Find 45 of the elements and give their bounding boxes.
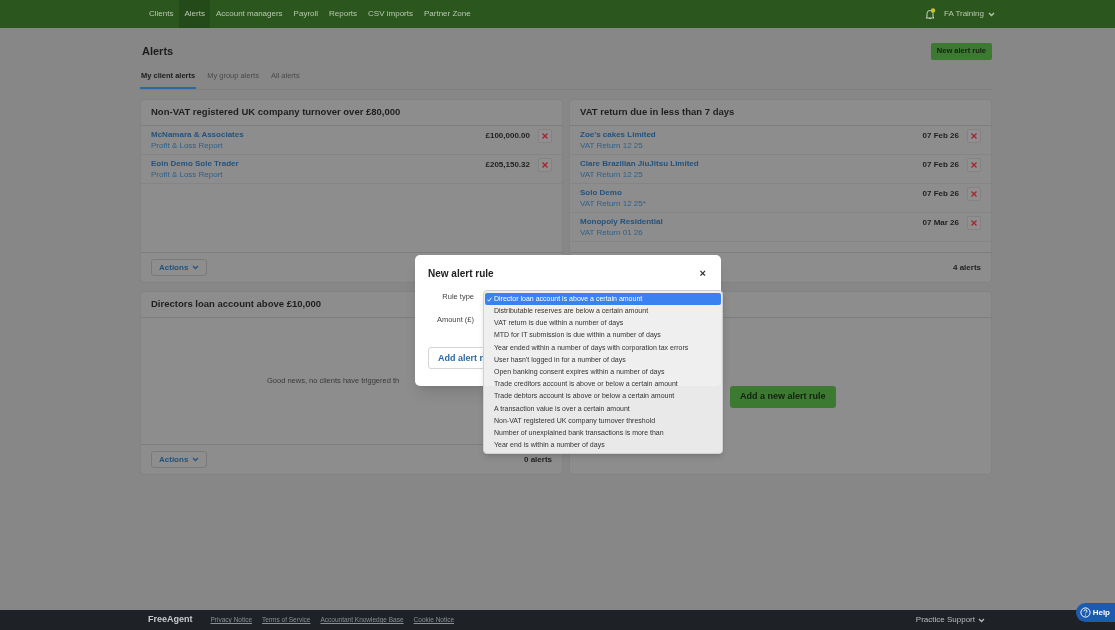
freeagent-logo: FreeAgent xyxy=(148,613,193,627)
nav-item[interactable]: Alerts xyxy=(179,0,210,28)
delete-button[interactable] xyxy=(967,158,981,172)
add-alert-rule-button[interactable]: Add a new alert rule xyxy=(730,386,836,408)
alert-value: 07 Feb 26 xyxy=(922,188,959,200)
chevron-icon xyxy=(192,457,200,462)
help-button[interactable]: Help xyxy=(1075,603,1115,622)
bell-icon[interactable] xyxy=(923,8,936,20)
user-menu[interactable]: FA Training xyxy=(943,8,995,20)
close-icon xyxy=(542,162,548,168)
nav-item[interactable]: Reports xyxy=(324,0,363,28)
delete-button[interactable] xyxy=(967,129,981,143)
alert-value: 07 Mar 26 xyxy=(922,217,959,229)
alert-value: £100,000.00 xyxy=(485,130,530,142)
close-icon xyxy=(971,162,977,168)
alert-count: 4 alerts xyxy=(952,261,981,274)
question-icon xyxy=(1079,607,1091,618)
card-title: Non-VAT registered UK company turnover over £80,000 xyxy=(151,105,401,120)
alert-count: 0 alerts xyxy=(523,453,552,466)
practice-support-menu[interactable]: Practice Support xyxy=(915,614,985,626)
chevron-icon xyxy=(192,265,200,270)
delete-button[interactable] xyxy=(538,158,552,172)
delete-button[interactable] xyxy=(967,187,981,201)
check-icon xyxy=(487,296,492,302)
close-icon xyxy=(971,220,977,226)
nav-item[interactable]: CSV imports xyxy=(363,0,418,28)
delete-button[interactable] xyxy=(538,129,552,143)
card-title: VAT return due in less than 7 days xyxy=(580,105,735,120)
nav-item[interactable]: Clients xyxy=(144,0,179,28)
nav-item[interactable]: Partner Zone xyxy=(419,0,476,28)
card-title: Directors loan account above £10,000 xyxy=(151,297,322,312)
alert-value: 07 Feb 26 xyxy=(922,130,959,142)
close-icon xyxy=(542,133,548,139)
close-icon xyxy=(971,133,977,139)
chevron-icon xyxy=(988,11,995,17)
alert-value: 07 Feb 26 xyxy=(922,159,959,171)
page-title: Alerts xyxy=(141,43,174,59)
nav-item[interactable]: Payroll xyxy=(288,0,324,28)
chevron-icon xyxy=(978,617,985,623)
modal-title: New alert rule xyxy=(428,266,494,281)
delete-button[interactable] xyxy=(967,216,981,230)
close-icon xyxy=(971,191,977,197)
close-button[interactable]: × xyxy=(699,264,706,282)
nav-item[interactable]: Account managers xyxy=(210,0,288,28)
alert-value: £205,150.32 xyxy=(485,159,530,171)
